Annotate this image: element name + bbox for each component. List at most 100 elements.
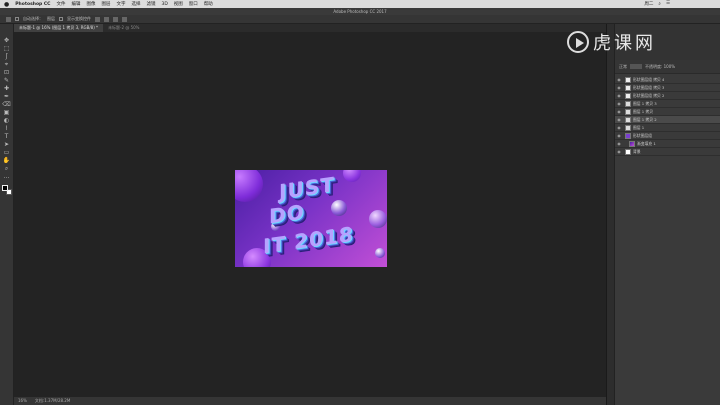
decor-sphere [375, 248, 385, 258]
brush-tool-icon[interactable]: ✎ [2, 78, 11, 84]
visibility-eye-icon[interactable]: ◉ [615, 125, 623, 130]
visibility-eye-icon[interactable]: ◉ [615, 93, 623, 98]
layer-thumbnail [625, 116, 631, 123]
color-swatches[interactable] [1, 185, 12, 195]
layers-controls: 正常 不透明度: 100% [615, 60, 720, 74]
menu-3d[interactable]: 3D [161, 2, 167, 7]
tab-document-1[interactable]: 未标题-1 @ 16% (图层 1 拷贝 3, RGB/8) * [14, 24, 104, 32]
document-tabs: 未标题-1 @ 16% (图层 1 拷贝 3, RGB/8) * 未标题-2 @… [14, 24, 606, 32]
apple-icon[interactable]: ● [4, 1, 9, 8]
blend-mode-select[interactable]: 正常 [619, 64, 627, 70]
layer-name: 形状图层组 拷贝 4 [633, 76, 665, 82]
menu-file[interactable]: 文件 [56, 1, 65, 7]
layer-thumbnail [629, 140, 635, 147]
lasso-tool-icon[interactable]: ʃ [2, 54, 11, 60]
layer-row[interactable]: ◉ 形状图层组 拷贝 3 [615, 84, 720, 92]
healing-tool-icon[interactable]: ✚ [2, 86, 11, 92]
auto-select-target[interactable]: 图层 [47, 16, 55, 22]
layer-row[interactable]: ◉ 图层 1 拷贝 3 [615, 100, 720, 108]
stamp-tool-icon[interactable]: ✒ [2, 94, 11, 100]
decor-sphere [235, 170, 263, 202]
menubar-clock: 周二 [644, 2, 654, 7]
marquee-tool-icon[interactable]: ⬚ [2, 46, 11, 52]
eraser-tool-icon[interactable]: ⌫ [2, 102, 11, 108]
align-center-icon[interactable] [104, 16, 109, 22]
menu-image[interactable]: 图像 [86, 1, 95, 7]
menu-app-name[interactable]: Photoshop CC [15, 2, 50, 7]
gradient-tool-icon[interactable]: ▣ [2, 110, 11, 116]
menu-layer[interactable]: 图层 [101, 1, 110, 7]
align-right-icon[interactable] [113, 16, 118, 22]
more-tools-icon[interactable]: … [2, 174, 11, 180]
show-transform-label: 显示变换控件 [67, 16, 91, 21]
layer-row[interactable]: ◉ 图层 1 拷贝 [615, 108, 720, 116]
notification-icon[interactable]: ☰ [666, 1, 670, 7]
pen-tool-icon[interactable]: ⌇ [2, 126, 11, 132]
decor-sphere [331, 200, 347, 216]
layer-row[interactable]: ◉ 形状图层组 [615, 132, 720, 140]
visibility-eye-icon[interactable]: ◉ [615, 85, 623, 90]
menu-select[interactable]: 选择 [131, 1, 140, 7]
layer-name: 图层 1 [633, 124, 645, 130]
menu-type[interactable]: 文字 [116, 1, 125, 7]
auto-select-checkbox[interactable] [15, 17, 19, 21]
document-info: 文档:1.37M/28.2M [34, 398, 71, 403]
options-bar: 自动选择： 图层 显示变换控件 [0, 15, 720, 24]
layer-name: 形状图层组 [633, 132, 652, 138]
distribute-icon[interactable] [122, 16, 127, 22]
path-select-tool-icon[interactable]: ➤ [2, 142, 11, 148]
blend-mode-dropdown[interactable] [630, 64, 642, 69]
layer-name: 图层 1 拷贝 2 [633, 116, 657, 122]
panel-header: 虎课网 [567, 24, 720, 60]
move-tool-icon[interactable] [6, 16, 11, 22]
visibility-eye-icon[interactable]: ◉ [615, 117, 623, 122]
layers-list: ◉ 形状图层组 拷贝 4 ◉ 形状图层组 拷贝 3 ◉ 形状图层组 拷贝 2 ◉… [615, 74, 720, 156]
zoom-tool-icon[interactable]: ⌕ [2, 166, 11, 172]
layer-row-selected[interactable]: ◉ 图层 1 拷贝 2 [615, 116, 720, 124]
decor-sphere [343, 170, 361, 182]
move-tool-icon[interactable]: ✥ [2, 38, 11, 44]
layer-name: 渐变填充 1 [637, 140, 656, 146]
zoom-level[interactable]: 16% [18, 397, 27, 405]
visibility-eye-icon[interactable]: ◉ [615, 109, 623, 114]
artwork-text-line-1: JUST [279, 172, 335, 204]
hand-tool-icon[interactable]: ✋ [2, 158, 11, 164]
layer-thumbnail [625, 76, 631, 83]
spotlight-icon[interactable]: ⌕ [658, 1, 661, 7]
canvas-area[interactable]: JUST DO IT 2018 [14, 32, 606, 397]
layer-thumbnail [625, 148, 631, 155]
quick-select-tool-icon[interactable]: ⌖ [2, 62, 11, 68]
play-logo-icon [567, 31, 589, 53]
layer-row[interactable]: ◉ 图层 1 [615, 124, 720, 132]
visibility-eye-icon[interactable]: ◉ [615, 101, 623, 106]
visibility-eye-icon[interactable]: ◉ [615, 133, 623, 138]
dodge-tool-icon[interactable]: ◐ [2, 118, 11, 124]
menu-filter[interactable]: 滤镜 [146, 1, 155, 7]
align-left-icon[interactable] [95, 16, 100, 22]
visibility-eye-icon[interactable]: ◉ [615, 141, 623, 146]
right-panels: 虎课网 正常 不透明度: 100% ◉ 形状图层组 拷贝 4 ◉ 形状图层组 拷… [567, 24, 720, 405]
show-transform-checkbox[interactable] [59, 17, 63, 21]
layer-thumbnail [625, 100, 631, 107]
visibility-eye-icon[interactable]: ◉ [615, 149, 623, 154]
crop-tool-icon[interactable]: ⊡ [2, 70, 11, 76]
menubar-status: 周二 ⌕ ☰ [644, 1, 720, 7]
tools-panel: ✥ ⬚ ʃ ⌖ ⊡ ✎ ✚ ✒ ⌫ ▣ ◐ ⌇ T ➤ ▭ ✋ ⌕ … [0, 24, 14, 405]
layer-row[interactable]: ◉ 形状图层组 拷贝 4 [615, 76, 720, 84]
layer-row[interactable]: ◉ 形状图层组 拷贝 2 [615, 92, 720, 100]
opacity-field[interactable]: 不透明度: 100% [645, 64, 675, 70]
document-canvas[interactable]: JUST DO IT 2018 [235, 170, 387, 267]
menu-edit[interactable]: 编辑 [71, 1, 80, 7]
foreground-color-swatch[interactable] [1, 185, 8, 191]
type-tool-icon[interactable]: T [2, 134, 11, 140]
layer-row[interactable]: ◉ 背景 [615, 148, 720, 156]
menu-view[interactable]: 视图 [174, 1, 183, 7]
menu-help[interactable]: 帮助 [204, 1, 213, 7]
shape-tool-icon[interactable]: ▭ [2, 150, 11, 156]
layer-name: 背景 [633, 148, 641, 154]
menu-bar: ● Photoshop CC 文件 编辑 图像 图层 文字 选择 滤镜 3D 视… [0, 0, 720, 8]
menu-window[interactable]: 窗口 [189, 1, 198, 7]
layer-row[interactable]: ◉ 渐变填充 1 [615, 140, 720, 148]
tab-document-2[interactable]: 未标题-2 @ 50% [103, 24, 144, 32]
visibility-eye-icon[interactable]: ◉ [615, 77, 623, 82]
